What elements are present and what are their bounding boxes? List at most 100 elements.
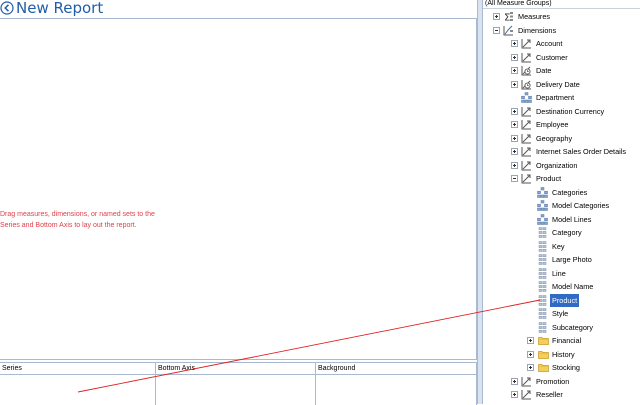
background-zone-header: Background xyxy=(316,363,476,375)
tree-item[interactable]: Σ Measures xyxy=(483,10,640,24)
folder-icon xyxy=(538,335,549,346)
expand-icon[interactable] xyxy=(511,148,518,155)
dimension-icon xyxy=(521,146,532,157)
tree-item[interactable]: Categories xyxy=(483,186,640,199)
tree-item-label: Department xyxy=(536,93,575,102)
report-canvas[interactable]: Drag measures, dimensions, or named sets… xyxy=(0,18,477,360)
tree-item[interactable]: Model Name xyxy=(483,280,640,293)
report-designer-pane: New Report Drag measures, dimensions, or… xyxy=(0,0,482,405)
tree-item-label: Stocking xyxy=(552,363,580,372)
tree-item[interactable]: Promotion xyxy=(483,375,640,388)
expand-icon[interactable] xyxy=(511,80,518,88)
tree-item-label: Promotion xyxy=(536,376,570,386)
folder-icon xyxy=(538,349,549,360)
bottom-axis-drop-zone[interactable]: Bottom Axis xyxy=(156,363,316,405)
tree-item-label: Subcategory xyxy=(552,322,593,332)
dimensions-icon xyxy=(503,25,514,36)
attribute-icon xyxy=(537,227,548,238)
expand-icon[interactable] xyxy=(511,67,518,74)
dimension-icon xyxy=(521,119,532,130)
expand-icon[interactable] xyxy=(511,134,518,142)
tree-item[interactable]: Department xyxy=(483,91,640,104)
bottom-axis-zone-header: Bottom Axis xyxy=(156,363,315,375)
tree-item[interactable]: Model Categories xyxy=(483,199,640,212)
tree-item[interactable]: Date xyxy=(483,64,640,77)
tree-item-label: Line xyxy=(552,268,566,278)
page-title: New Report xyxy=(16,0,104,17)
tree-item-label: Measures xyxy=(518,12,551,21)
dimension-icon xyxy=(521,376,532,387)
background-drop-zone[interactable]: Background xyxy=(316,363,477,405)
tree-item[interactable]: Employee xyxy=(483,118,640,131)
tree-item[interactable]: Style xyxy=(483,307,640,320)
tree-item-label: Date xyxy=(536,66,552,75)
tree-item-label: Product xyxy=(550,293,580,307)
tree-item[interactable]: Subcategory xyxy=(483,321,640,334)
collapse-icon[interactable] xyxy=(493,26,500,34)
tree-item[interactable]: Customer xyxy=(483,51,640,64)
layout-hint: Drag measures, dimensions, or named sets… xyxy=(0,209,155,231)
tree-item-label: Model Categories xyxy=(552,201,610,210)
back-arrow-icon[interactable] xyxy=(0,1,14,15)
series-drop-zone[interactable]: Series xyxy=(0,363,156,405)
tree-item-label: Financial xyxy=(552,336,582,345)
tree-item[interactable]: Product xyxy=(483,293,640,307)
dimension-icon xyxy=(521,173,532,184)
tree-item[interactable]: Model Lines xyxy=(483,213,640,226)
measure-group-combo[interactable]: (All Measure Groups) xyxy=(483,0,640,9)
tree-item-label: Key xyxy=(552,241,565,251)
expand-icon[interactable] xyxy=(511,121,518,128)
tree-item[interactable]: Large Photo xyxy=(483,253,640,266)
tree-item[interactable]: Dimensions xyxy=(483,24,640,37)
svg-text:Σ: Σ xyxy=(504,13,510,23)
tree-item[interactable]: Organization xyxy=(483,159,640,172)
tree-item[interactable]: Key xyxy=(483,240,640,253)
tree-item[interactable]: Stocking xyxy=(483,361,640,374)
expand-icon[interactable] xyxy=(527,364,534,371)
hierarchy-icon xyxy=(521,92,532,103)
expand-icon[interactable] xyxy=(493,13,500,20)
dimension-icon xyxy=(521,52,532,63)
expand-icon[interactable] xyxy=(511,161,518,169)
tree-item[interactable]: History xyxy=(483,348,640,361)
tree-item[interactable]: Destination Currency xyxy=(483,105,640,118)
tree-item[interactable]: Delivery Date xyxy=(483,78,640,91)
hierarchy-icon xyxy=(537,186,548,198)
dimension-icon xyxy=(521,133,532,144)
expand-icon[interactable] xyxy=(511,107,518,115)
tree-item-label: Model Lines xyxy=(552,214,592,224)
attribute-icon xyxy=(537,294,548,306)
attribute-icon xyxy=(537,240,548,252)
tree-item-label: Categories xyxy=(552,187,588,197)
metadata-tree-pane: (All Measure Groups) Σ Measures Dimensions… xyxy=(482,0,640,404)
expand-icon[interactable] xyxy=(511,391,518,398)
tree-item-label: Destination Currency xyxy=(536,106,605,116)
sigma-icon: Σ xyxy=(503,11,514,24)
tree-item[interactable]: Product xyxy=(483,172,640,185)
expand-icon[interactable] xyxy=(511,53,518,61)
tree-item[interactable]: Category xyxy=(483,226,640,239)
time-dimension-icon xyxy=(521,79,532,90)
tree-item-label: Employee xyxy=(536,120,569,129)
tree-item-label: Organization xyxy=(536,160,578,170)
tree-item-label: Dimensions xyxy=(518,25,557,35)
dimension-icon xyxy=(521,38,532,49)
tree-item[interactable]: Internet Sales Order Details xyxy=(483,145,640,158)
dimension-icon xyxy=(521,160,532,171)
series-zone-header: Series xyxy=(0,363,155,375)
expand-icon[interactable] xyxy=(511,40,518,47)
tree-item[interactable]: Line xyxy=(483,267,640,280)
tree-item-label: Delivery Date xyxy=(536,79,580,89)
hierarchy-icon xyxy=(537,213,548,225)
time-dimension-icon xyxy=(521,65,532,76)
expand-icon[interactable] xyxy=(527,350,534,358)
collapse-icon[interactable] xyxy=(511,175,518,182)
expand-icon[interactable] xyxy=(511,377,518,385)
tree-item[interactable]: Financial xyxy=(483,334,640,347)
expand-icon[interactable] xyxy=(527,337,534,344)
tree-item[interactable]: Account xyxy=(483,37,640,50)
tree-item[interactable]: Geography xyxy=(483,132,640,145)
tree-item[interactable]: Reseller xyxy=(483,388,640,401)
dimension-icon xyxy=(521,106,532,117)
hierarchy-icon xyxy=(537,200,548,211)
